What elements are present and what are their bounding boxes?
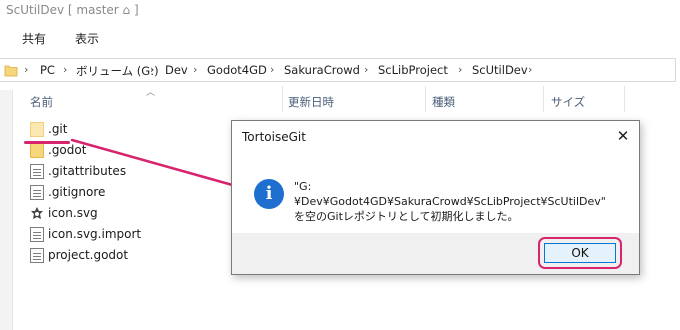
breadcrumb-chevron-icon[interactable]: ›	[270, 63, 274, 76]
column-divider[interactable]	[624, 86, 625, 112]
column-divider[interactable]	[282, 86, 283, 112]
breadcrumb-chevron-icon[interactable]: ›	[193, 63, 197, 76]
column-header-type[interactable]: 種類	[432, 94, 455, 110]
info-icon: i	[254, 179, 284, 209]
title-bar: ScUtilDev [ master ⌂ ]	[0, 0, 680, 22]
dialog-title: TortoiseGit	[242, 130, 306, 144]
breadcrumb-volume[interactable]: ボリューム (G:)	[76, 63, 159, 79]
ribbon-tab-share[interactable]: 共有	[22, 30, 46, 47]
file-icon	[30, 227, 44, 242]
breadcrumb-chevron-icon[interactable]: ›	[528, 63, 532, 76]
list-item[interactable]: .gitignore	[30, 183, 200, 203]
breadcrumb-chevron-icon[interactable]: ›	[24, 63, 28, 76]
column-header-name[interactable]: 名前	[30, 94, 53, 110]
window-title: ScUtilDev [ master ⌂ ]	[6, 3, 139, 17]
annotation-underline	[24, 141, 70, 144]
column-header-size[interactable]: サイズ	[551, 94, 585, 110]
file-name: .gitattributes	[48, 164, 127, 178]
list-item[interactable]: .git	[30, 120, 200, 140]
breadcrumb-sclibproject[interactable]: ScLibProject	[378, 63, 448, 77]
breadcrumb-chevron-icon[interactable]: ›	[364, 63, 368, 76]
file-name: .godot	[48, 143, 87, 157]
breadcrumb-scutildev[interactable]: ScUtilDev	[472, 63, 528, 77]
breadcrumb-godot4gd[interactable]: Godot4GD	[207, 63, 267, 77]
file-name: .git	[48, 122, 68, 136]
breadcrumb-pc[interactable]: PC	[40, 63, 55, 77]
svg-icon	[30, 206, 44, 221]
close-icon[interactable]: ✕	[612, 126, 634, 146]
file-name: icon.svg	[48, 206, 98, 220]
breadcrumb-chevron-icon[interactable]: ›	[150, 63, 154, 76]
file-name: icon.svg.import	[48, 227, 142, 241]
folder-icon	[30, 122, 44, 137]
list-item[interactable]: .godot	[30, 141, 200, 161]
folder-icon	[30, 143, 44, 158]
file-name: project.godot	[48, 248, 129, 262]
list-item[interactable]: icon.svg	[30, 204, 200, 224]
file-icon	[30, 185, 44, 200]
column-divider[interactable]	[425, 86, 426, 112]
ok-button[interactable]: OK	[544, 243, 616, 263]
sort-up-icon: ︿	[146, 88, 156, 98]
breadcrumb-sakuracrowd[interactable]: SakuraCrowd	[284, 63, 360, 77]
list-item[interactable]: project.godot	[30, 246, 200, 266]
file-icon	[30, 248, 44, 263]
message-dialog: TortoiseGit ✕ i "G:¥Dev¥Godot4GD¥SakuraC…	[231, 120, 640, 275]
list-item[interactable]: .gitattributes	[30, 162, 200, 182]
list-item[interactable]: icon.svg.import	[30, 225, 200, 245]
ribbon-tab-view[interactable]: 表示	[75, 30, 99, 47]
file-icon	[30, 164, 44, 179]
breadcrumb-chevron-icon[interactable]: ›	[458, 63, 462, 76]
breadcrumb-dev[interactable]: Dev	[165, 63, 188, 77]
folder-icon	[4, 62, 18, 77]
column-header-modified[interactable]: 更新日時	[288, 94, 334, 110]
column-divider[interactable]	[543, 86, 544, 112]
breadcrumb-chevron-icon[interactable]: ›	[63, 63, 67, 76]
navigation-pane[interactable]	[0, 90, 13, 330]
file-name: .gitignore	[48, 185, 106, 199]
dialog-message: "G:¥Dev¥Godot4GD¥SakuraCrowd¥ScLibProjec…	[294, 180, 606, 223]
